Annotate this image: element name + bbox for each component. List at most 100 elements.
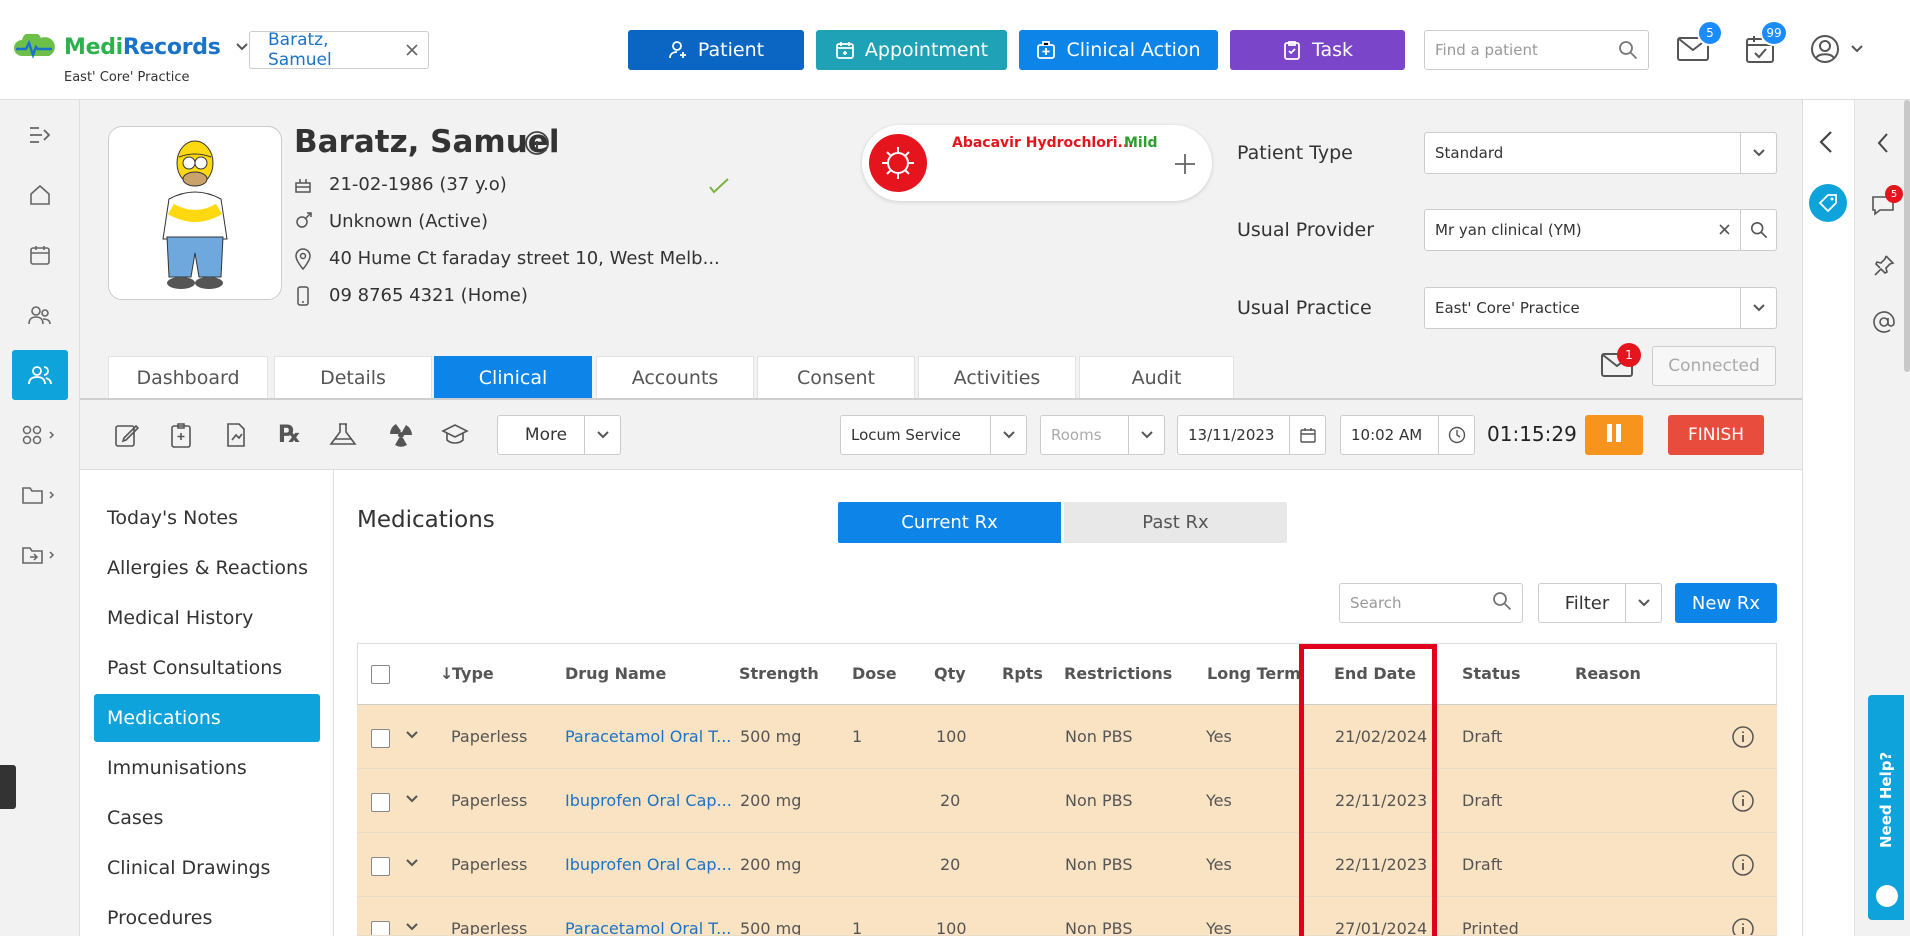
remote-desktop-icon[interactable]: [0, 765, 16, 809]
expand-menu-icon[interactable]: [0, 110, 80, 160]
column-header-qty[interactable]: Qty: [934, 664, 966, 683]
referral-letter-icon[interactable]: [225, 422, 247, 452]
new-task-button[interactable]: Task: [1230, 30, 1405, 70]
menu-item-allergies[interactable]: Allergies & Reactions: [94, 544, 320, 592]
patient-type-select[interactable]: Standard: [1424, 132, 1777, 174]
patient-photo[interactable]: [108, 126, 282, 300]
clinical-action-button[interactable]: Clinical Action: [1019, 30, 1218, 70]
column-header-status[interactable]: Status: [1462, 664, 1521, 683]
column-header-dose[interactable]: Dose: [852, 664, 897, 683]
user-menu[interactable]: [1810, 34, 1864, 64]
home-icon[interactable]: [0, 170, 80, 220]
calendar-icon[interactable]: [0, 230, 80, 280]
menu-item-medical-history[interactable]: Medical History: [94, 594, 320, 642]
close-icon[interactable]: [406, 44, 418, 56]
column-header-rpts[interactable]: Rpts: [1002, 664, 1043, 683]
menu-item-clinical-drawings[interactable]: Clinical Drawings: [94, 844, 320, 892]
table-row[interactable]: Paperless Paracetamol Oral T... 500 mg 1…: [357, 897, 1777, 936]
row-checkbox[interactable]: [371, 857, 390, 876]
connection-status-button[interactable]: Connected: [1652, 346, 1776, 386]
tab-details[interactable]: Details: [274, 356, 432, 398]
menu-item-past-consultations[interactable]: Past Consultations: [94, 644, 320, 692]
chevron-down-icon[interactable]: [235, 42, 249, 52]
mention-at-icon[interactable]: [1872, 310, 1896, 338]
search-icon[interactable]: [1740, 210, 1776, 250]
menu-item-medications[interactable]: Medications: [94, 694, 320, 742]
pin-icon[interactable]: [1873, 254, 1895, 280]
clear-icon[interactable]: [1709, 221, 1740, 239]
filter-dropdown[interactable]: Filter: [1538, 583, 1662, 623]
table-row[interactable]: Paperless Paracetamol Oral T... 500 mg 1…: [357, 705, 1777, 769]
finish-button[interactable]: FINISH: [1668, 415, 1764, 455]
row-checkbox[interactable]: [371, 921, 390, 935]
chevron-down-icon[interactable]: [1625, 584, 1661, 622]
chevron-down-icon[interactable]: [405, 789, 419, 808]
chevron-down-icon[interactable]: [584, 416, 620, 454]
tab-consent[interactable]: Consent: [757, 356, 915, 398]
chevron-down-icon[interactable]: [990, 416, 1026, 454]
medication-search-input[interactable]: Search: [1339, 583, 1523, 623]
usual-provider-field[interactable]: Mr yan clinical (YM): [1424, 209, 1777, 251]
tag-icon[interactable]: [1809, 184, 1847, 222]
new-rx-button[interactable]: New Rx: [1675, 583, 1777, 623]
time-picker[interactable]: 10:02 AM: [1340, 415, 1475, 455]
tab-accounts[interactable]: Accounts: [596, 356, 754, 398]
radiology-icon[interactable]: [388, 422, 414, 452]
rooms-select[interactable]: Rooms: [1040, 415, 1165, 455]
info-icon[interactable]: [524, 130, 550, 156]
column-header-long-term[interactable]: Long Term: [1207, 664, 1301, 683]
chevron-down-icon[interactable]: [405, 725, 419, 744]
cell-drug-name[interactable]: Ibuprofen Oral Cap...: [565, 791, 732, 810]
page-scrollbar-thumb[interactable]: [1904, 100, 1910, 372]
new-appointment-button[interactable]: Appointment: [816, 30, 1007, 70]
chevron-down-icon[interactable]: [405, 853, 419, 872]
select-all-checkbox[interactable]: [371, 665, 390, 684]
edit-sign-icon[interactable]: [708, 177, 730, 195]
pathology-lab-icon[interactable]: [328, 422, 358, 452]
medical-certificate-icon[interactable]: [170, 422, 192, 452]
cell-drug-name[interactable]: Paracetamol Oral T...: [565, 727, 731, 746]
patients-icon[interactable]: [12, 350, 68, 400]
menu-item-procedures[interactable]: Procedures: [94, 894, 320, 936]
chevron-left-icon[interactable]: [1819, 130, 1833, 158]
current-rx-toggle[interactable]: Current Rx: [838, 502, 1061, 543]
chevron-down-icon[interactable]: [1128, 416, 1164, 454]
search-icon[interactable]: [1618, 40, 1638, 60]
more-tools-dropdown[interactable]: More: [497, 415, 621, 455]
row-checkbox[interactable]: [371, 793, 390, 812]
tab-activities[interactable]: Activities: [918, 356, 1076, 398]
cell-drug-name[interactable]: Ibuprofen Oral Cap...: [565, 855, 732, 874]
folder-share-icon[interactable]: [0, 530, 80, 580]
column-header-reason[interactable]: Reason: [1575, 664, 1641, 683]
tab-audit[interactable]: Audit: [1079, 356, 1234, 398]
apps-grid-icon[interactable]: [0, 410, 80, 460]
info-icon[interactable]: [1731, 725, 1755, 753]
column-header-type[interactable]: Type: [452, 664, 494, 683]
info-icon[interactable]: [1731, 789, 1755, 817]
notes-edit-icon[interactable]: [114, 422, 140, 452]
column-header-restrictions[interactable]: Restrictions: [1064, 664, 1172, 683]
open-patient-tab[interactable]: Baratz, Samuel: [249, 30, 429, 70]
service-select[interactable]: Locum Service: [840, 415, 1027, 455]
brand-logo[interactable]: MediRecords: [12, 34, 249, 60]
table-row[interactable]: Paperless Ibuprofen Oral Cap... 200 mg 2…: [357, 833, 1777, 897]
past-rx-toggle[interactable]: Past Rx: [1064, 502, 1287, 543]
menu-item-todays-notes[interactable]: Today's Notes: [94, 494, 320, 542]
date-picker[interactable]: 13/11/2023: [1177, 415, 1326, 455]
column-header-strength[interactable]: Strength: [739, 664, 819, 683]
folder-icon[interactable]: [0, 470, 80, 520]
education-icon[interactable]: [441, 422, 469, 452]
chevron-down-icon[interactable]: [1740, 133, 1776, 173]
info-icon[interactable]: [1731, 917, 1755, 935]
tab-dashboard[interactable]: Dashboard: [108, 356, 268, 398]
find-patient-search[interactable]: Find a patient: [1424, 30, 1649, 70]
prescription-rx-icon[interactable]: ℞: [279, 420, 301, 448]
usual-practice-select[interactable]: East' Core' Practice: [1424, 287, 1777, 329]
allergy-card[interactable]: Abacavir Hydrochlori... Mild: [862, 125, 1212, 201]
menu-item-immunisations[interactable]: Immunisations: [94, 744, 320, 792]
allergy-name[interactable]: Abacavir Hydrochlori...: [952, 135, 1133, 151]
need-help-widget[interactable]: Need Help?: [1868, 695, 1904, 920]
tab-clinical[interactable]: Clinical: [434, 356, 592, 398]
chevron-down-icon[interactable]: [405, 917, 419, 935]
row-checkbox[interactable]: [371, 729, 390, 748]
